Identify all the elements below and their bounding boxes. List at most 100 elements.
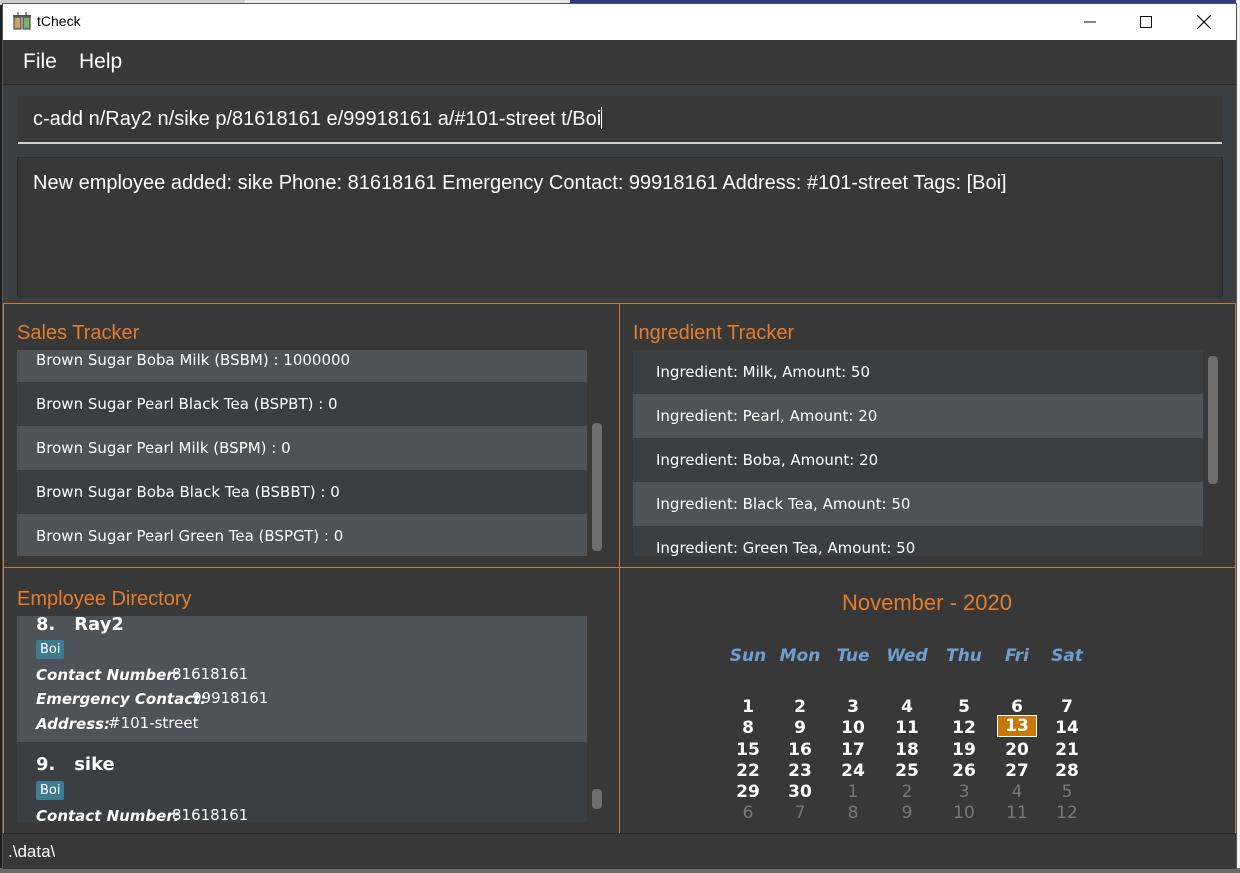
calendar-day[interactable]: 10	[833, 718, 873, 738]
calendar-day[interactable]: 18	[887, 740, 927, 760]
emergency-value: 99918161	[192, 689, 269, 707]
employee-directory-title: Employee Directory	[17, 588, 192, 610]
employee-card[interactable]: 9. sike Boi Contact Number: 81618161	[17, 742, 587, 822]
list-item[interactable]: Brown Sugar Pearl Green Tea (BSPGT) : 0	[17, 514, 587, 556]
text-caret	[601, 107, 603, 129]
minimize-button[interactable]	[1061, 4, 1119, 40]
calendar-day[interactable]: 12	[944, 718, 984, 738]
address-label: Address:	[36, 715, 111, 733]
calendar-day[interactable]: 17	[833, 740, 873, 760]
list-item[interactable]: Brown Sugar Pearl Milk (BSPM) : 0	[17, 426, 587, 470]
calendar-day[interactable]: 29	[728, 782, 768, 802]
sales-list[interactable]: Brown Sugar Boba Milk (BSBM) : 1000000 B…	[17, 350, 587, 556]
bubble-tea-app-icon	[13, 12, 31, 30]
command-input[interactable]: c-add n/Ray2 n/sike p/81618161 e/9991816…	[18, 96, 1222, 144]
weekday-wed: Wed	[886, 646, 928, 666]
calendar-day[interactable]: 22	[728, 761, 768, 781]
calendar-day[interactable]: 25	[887, 761, 927, 781]
list-item[interactable]: Brown Sugar Boba Milk (BSBM) : 1000000	[17, 350, 587, 382]
calendar-day[interactable]: 5	[944, 697, 984, 717]
calendar-day-other-month[interactable]: 8	[833, 803, 873, 823]
calendar-day[interactable]: 11	[887, 718, 927, 738]
calendar-day-today[interactable]: 13	[997, 715, 1037, 737]
calendar-day-other-month[interactable]: 12	[1047, 803, 1087, 823]
window-title: tCheck	[37, 13, 81, 29]
weekday-fri: Fri	[1005, 646, 1029, 666]
calendar-day[interactable]: 26	[944, 761, 984, 781]
calendar-day-other-month[interactable]: 3	[944, 782, 984, 802]
list-item[interactable]: Ingredient: Green Tea, Amount: 50	[633, 526, 1203, 556]
employee-name: 9. sike	[36, 754, 115, 775]
result-message: New employee added: sike Phone: 81618161…	[33, 172, 1007, 194]
employee-tag: Boi	[36, 640, 65, 659]
menu-file[interactable]: File	[23, 50, 57, 74]
weekday-mon: Mon	[779, 646, 821, 666]
calendar-day-other-month[interactable]: 11	[997, 803, 1037, 823]
list-item[interactable]: Brown Sugar Boba Black Tea (BSBBT) : 0	[17, 470, 587, 514]
calendar-day-other-month[interactable]: 4	[997, 782, 1037, 802]
calendar-panel: November - 2020 Sun Mon Tue Wed Thu Fri Sat 12…	[619, 567, 1236, 834]
close-button[interactable]	[1175, 4, 1233, 40]
calendar-day[interactable]: 23	[780, 761, 820, 781]
calendar-day[interactable]: 8	[728, 718, 768, 738]
calendar-day-other-month[interactable]: 1	[833, 782, 873, 802]
calendar-day[interactable]: 16	[780, 740, 820, 760]
calendar-day[interactable]: 19	[944, 740, 984, 760]
contact-value: 81618161	[172, 665, 249, 683]
calendar-day[interactable]: 15	[728, 740, 768, 760]
calendar-day[interactable]: 9	[780, 718, 820, 738]
weekday-thu: Thu	[946, 646, 982, 666]
calendar-day[interactable]: 2	[780, 697, 820, 717]
calendar-day[interactable]: 14	[1047, 718, 1087, 738]
calendar-day-other-month[interactable]: 10	[944, 803, 984, 823]
employee-list[interactable]: 8. Ray2 Boi Contact Number: 81618161 Eme…	[17, 616, 587, 822]
calendar-day-other-month[interactable]: 6	[728, 803, 768, 823]
ingredient-scrollbar[interactable]	[1208, 356, 1218, 484]
contact-label: Contact Number:	[36, 807, 180, 822]
app-window: tCheck File Help c-add n/Ray2 n/sike p/8…	[3, 4, 1236, 869]
emergency-label: Emergency Contact:	[36, 690, 207, 708]
data-path: .\data\	[8, 842, 56, 861]
ingredient-list[interactable]: Ingredient: Milk, Amount: 50 Ingredient:…	[633, 350, 1203, 556]
calendar-day[interactable]: 27	[997, 761, 1037, 781]
list-item[interactable]: Ingredient: Boba, Amount: 20	[633, 438, 1203, 482]
maximize-button[interactable]	[1117, 4, 1175, 40]
calendar-day[interactable]: 1	[728, 697, 768, 717]
list-item[interactable]: Ingredient: Black Tea, Amount: 50	[633, 482, 1203, 526]
employee-name: 8. Ray2	[36, 616, 124, 635]
minimize-icon	[1084, 21, 1096, 23]
calendar-day[interactable]: 20	[997, 740, 1037, 760]
status-bar: .\data\	[3, 833, 1236, 869]
calendar-day[interactable]: 30	[780, 782, 820, 802]
calendar-month-title: November - 2020	[842, 590, 1012, 615]
employee-directory-panel: Employee Directory 8. Ray2 Boi Contact N…	[3, 567, 620, 834]
list-item[interactable]: Ingredient: Pearl, Amount: 20	[633, 394, 1203, 438]
calendar-day[interactable]: 4	[887, 697, 927, 717]
sales-scrollbar[interactable]	[592, 423, 602, 551]
calendar-day-other-month[interactable]: 9	[887, 803, 927, 823]
menu-help[interactable]: Help	[79, 50, 122, 74]
calendar-day[interactable]: 6	[997, 697, 1037, 717]
employee-card[interactable]: 8. Ray2 Boi Contact Number: 81618161 Eme…	[17, 616, 587, 742]
command-text: c-add n/Ray2 n/sike p/81618161 e/9991816…	[33, 108, 602, 130]
maximize-icon	[1140, 16, 1152, 28]
contact-label: Contact Number:	[36, 666, 180, 684]
employee-scrollbar[interactable]	[592, 789, 602, 809]
employee-tag: Boi	[36, 781, 65, 800]
result-display[interactable]: New employee added: sike Phone: 81618161…	[17, 157, 1223, 297]
calendar-day[interactable]: 28	[1047, 761, 1087, 781]
calendar-day[interactable]: 7	[1047, 697, 1087, 717]
calendar-day[interactable]: 21	[1047, 740, 1087, 760]
calendar-day-other-month[interactable]: 5	[1047, 782, 1087, 802]
calendar-day[interactable]: 3	[833, 697, 873, 717]
weekday-tue: Tue	[836, 646, 870, 666]
calendar-day[interactable]: 24	[833, 761, 873, 781]
list-item[interactable]: Brown Sugar Pearl Black Tea (BSPBT) : 0	[17, 382, 587, 426]
list-item[interactable]: Ingredient: Milk, Amount: 50	[633, 350, 1203, 394]
contact-value: 81618161	[172, 806, 249, 822]
title-bar[interactable]: tCheck	[3, 4, 1236, 40]
calendar-day-other-month[interactable]: 2	[887, 782, 927, 802]
sales-tracker-title: Sales Tracker	[17, 322, 140, 344]
sales-tracker-panel: Sales Tracker Brown Sugar Boba Milk (BSB…	[3, 303, 620, 568]
calendar-day-other-month[interactable]: 7	[780, 803, 820, 823]
